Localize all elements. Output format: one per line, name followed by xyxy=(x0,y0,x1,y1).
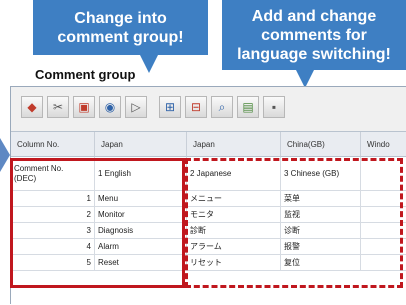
comment-group-label: Comment group xyxy=(35,67,136,82)
change-group-callout: Change into comment group! xyxy=(33,0,208,55)
column-header-japanese[interactable]: Japan xyxy=(187,132,281,157)
add-column-icon[interactable]: ⊞ xyxy=(159,96,181,118)
comment-group-highlight xyxy=(10,158,185,288)
change-group-callout-text: Change into comment group! xyxy=(57,9,184,46)
more-icon[interactable]: ▪ xyxy=(263,96,285,118)
search-icon[interactable]: ⌕ xyxy=(211,96,233,118)
column-header-column-no[interactable]: Column No. xyxy=(11,132,95,157)
cut-icon[interactable]: ✂ xyxy=(47,96,69,118)
add-change-callout: Add and change comments for language swi… xyxy=(222,0,406,70)
pointer-arrow-icon xyxy=(0,138,10,172)
change-group-callout-pointer xyxy=(140,55,158,73)
copy-icon[interactable]: ▣ xyxy=(73,96,95,118)
delete-column-icon[interactable]: ⊟ xyxy=(185,96,207,118)
toolbar: ◆ ✂ ▣ ◉ ▷ ⊞ ⊟ ⌕ ▤ ▪ xyxy=(11,87,406,127)
column-header-windows[interactable]: Windo xyxy=(361,132,406,157)
export-icon[interactable]: ▤ xyxy=(237,96,259,118)
paste-icon[interactable]: ▷ xyxy=(125,96,147,118)
column-header-english[interactable]: Japan xyxy=(95,132,187,157)
refresh-icon[interactable]: ◉ xyxy=(99,96,121,118)
language-comments-highlight xyxy=(185,158,403,288)
column-header-chinese[interactable]: China(GB) xyxy=(281,132,361,157)
open-icon[interactable]: ◆ xyxy=(21,96,43,118)
add-change-callout-text: Add and change comments for language swi… xyxy=(237,7,391,63)
